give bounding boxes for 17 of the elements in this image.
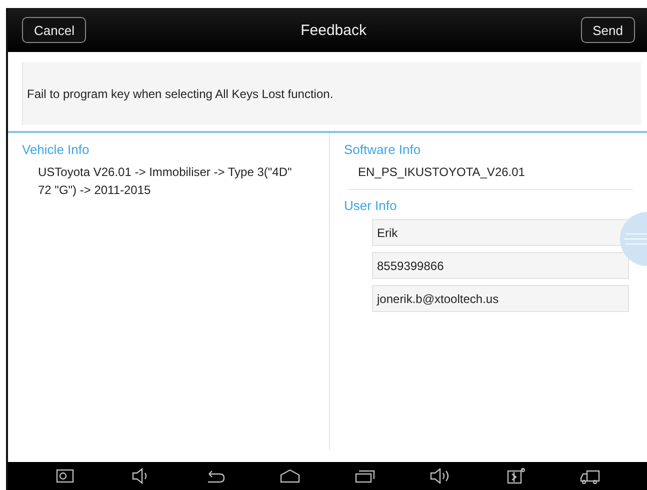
volume-icon[interactable] bbox=[428, 468, 451, 484]
section-heading: Vehicle Info bbox=[22, 142, 90, 157]
software-info-text: EN_PS_IKUSTOYOTA_V26.01 bbox=[348, 163, 633, 190]
window-title: Feedback bbox=[300, 22, 366, 38]
recent-apps-icon[interactable] bbox=[354, 468, 376, 484]
camera-icon[interactable] bbox=[54, 468, 76, 484]
section-heading: Software Info bbox=[344, 142, 422, 157]
cancel-button[interactable]: Cancel bbox=[22, 17, 86, 43]
section-heading: User Info bbox=[344, 198, 398, 213]
feedback-field[interactable]: Fail to program key when selecting All Keys Lost function. bbox=[22, 62, 641, 125]
send-button[interactable]: Send bbox=[580, 17, 635, 43]
home-icon[interactable] bbox=[279, 468, 302, 484]
vehicle-info-text: USToyota V26.01 -> Immobiliser -> Type 3("4D" 72 "G") -> 2011-2015 bbox=[37, 164, 293, 199]
truck-icon[interactable] bbox=[578, 468, 601, 484]
input-field[interactable]: Erik bbox=[372, 219, 629, 246]
input-field[interactable]: jonerik.b@xtooltech.us bbox=[372, 285, 629, 312]
input-field[interactable]: 8559399866 bbox=[372, 252, 629, 279]
